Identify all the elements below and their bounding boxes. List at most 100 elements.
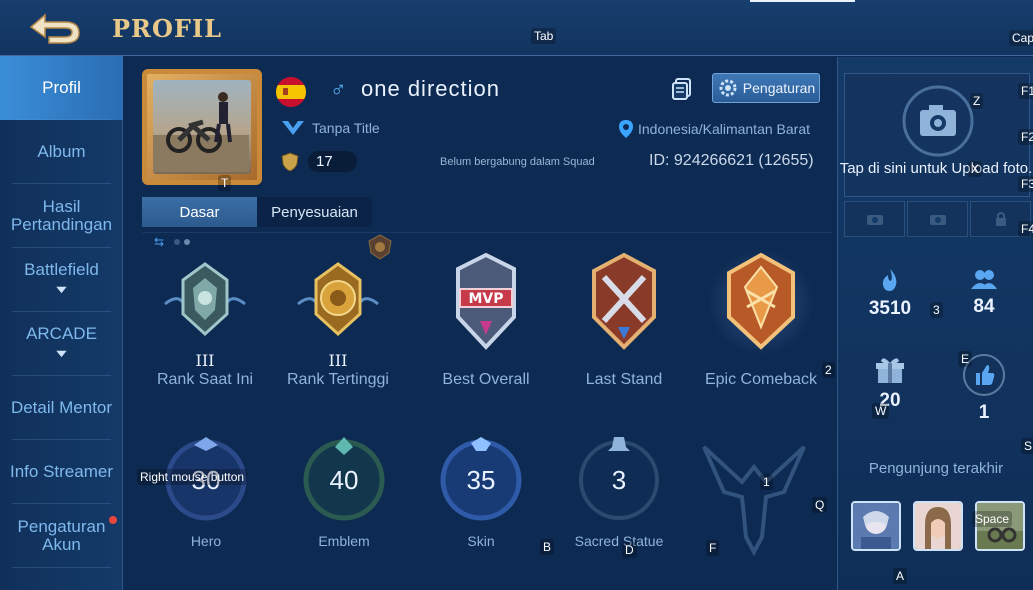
stat-sacred-statue[interactable]: 3 Sacred Statue	[569, 435, 669, 549]
key-hint-2: 2	[822, 362, 835, 378]
sidebar-item-label: Detail Mentor	[10, 398, 113, 417]
key-hint-rmb: Right mouse button	[137, 469, 248, 485]
page-dot-active	[184, 239, 191, 245]
recent-visitors-label: Pengunjung terakhir	[868, 460, 1004, 477]
sidebar-item-profil[interactable]: Profil	[0, 56, 123, 120]
sidebar-item-arcade[interactable]: ARCADE ▼	[0, 312, 123, 376]
page-dot	[174, 239, 181, 245]
sidebar-item-label: Album	[37, 142, 86, 161]
avatar-photo	[153, 80, 251, 174]
stat-hero[interactable]: 30 Hero	[156, 435, 256, 549]
motorbike-photo-icon	[153, 92, 249, 172]
right-panel: Tap di sini untuk Upload foto. 3510 84 2…	[837, 57, 1033, 590]
photo-slot[interactable]	[844, 201, 905, 237]
back-button[interactable]	[20, 8, 90, 48]
avatar[interactable]	[142, 69, 262, 185]
legend-rank-icon	[297, 262, 379, 337]
badge-tier: III	[195, 351, 215, 370]
settings-button[interactable]: Pengaturan	[712, 73, 820, 103]
sidebar-item-album[interactable]: Album	[0, 120, 123, 184]
mvp-badge-icon: MVP	[456, 252, 516, 350]
stat-skin[interactable]: 35 Skin	[431, 435, 531, 549]
stat-gifts[interactable]: 20	[850, 355, 930, 412]
key-hint-f2: F2	[1018, 129, 1033, 145]
player-id: ID: 924266621 (12655)	[649, 152, 814, 169]
back-arrow-icon	[29, 13, 80, 44]
stat-label: Hero	[190, 533, 222, 549]
badge-best-overall[interactable]: MVP Best Overall	[426, 247, 546, 389]
key-hint-tab: Tab	[531, 28, 557, 44]
title-wings-icon	[282, 121, 304, 135]
visitor-avatar[interactable]	[851, 501, 901, 551]
settings-button-label: Pengaturan	[742, 80, 816, 96]
sidebar-item-label: ARCADE	[26, 324, 97, 343]
key-hint-b: B	[540, 539, 555, 555]
stat-label: Emblem	[318, 533, 370, 549]
badge-rank-current[interactable]: III Rank Saat Ini	[145, 247, 265, 389]
tab-dasar[interactable]: Dasar	[142, 197, 257, 227]
popularity-value: 3510	[868, 298, 912, 319]
sidebar-item-label: Info Streamer	[10, 462, 113, 481]
spain-flag-icon	[276, 77, 306, 107]
sidebar-item-pengaturan-akun[interactable]: Pengaturan Akun	[0, 504, 123, 568]
lock-icon	[995, 212, 1006, 226]
player-level: 17	[308, 151, 357, 172]
notification-dot	[109, 516, 117, 524]
shield-level-icon	[281, 151, 299, 172]
phoenix-watermark-icon	[702, 445, 806, 557]
like-button[interactable]: 1	[944, 353, 1024, 424]
key-hint-f4: F4	[1018, 221, 1033, 237]
copy-icon	[672, 78, 691, 100]
stat-popularity[interactable]: 3510	[850, 267, 930, 320]
sidebar-item-label: Pengaturan Akun	[17, 517, 106, 554]
key-hint-d: D	[622, 542, 637, 558]
sidebar-item-label: Battlefield	[24, 260, 99, 279]
level-badge: 17	[280, 151, 357, 172]
tab-penyesuaian[interactable]: Penyesuaian	[257, 197, 372, 227]
key-hint-1: 1	[760, 474, 773, 490]
stat-followers[interactable]: 84	[944, 267, 1024, 318]
upload-photo-area[interactable]	[844, 73, 1030, 197]
photo-slot[interactable]	[907, 201, 968, 237]
player-title[interactable]: Tanpa Title	[280, 119, 380, 137]
stat-value: 35	[466, 464, 496, 495]
key-hint-f3: F3	[1018, 176, 1033, 192]
badge-last-stand[interactable]: Last Stand	[564, 247, 684, 389]
player-location-text: Indonesia/Kalimantan Barat	[638, 121, 810, 137]
visitor-avatar-image	[853, 503, 899, 549]
followers-icon	[971, 270, 997, 289]
key-hint-a: A	[893, 568, 908, 584]
sidebar-item-hasil-pertandingan[interactable]: Hasil Pertandingan	[0, 184, 123, 248]
key-hint-t: T	[218, 175, 232, 191]
page-title: PROFIL	[112, 14, 223, 43]
key-hint-z: Z	[970, 93, 984, 109]
sidebar-item-battlefield[interactable]: Battlefield ▼	[0, 248, 123, 312]
sidebar: Profil Album Hasil Pertandingan Battlefi…	[0, 56, 123, 590]
sidebar-item-label: Profil	[42, 78, 81, 97]
followers-value: 84	[973, 296, 995, 317]
stat-emblem[interactable]: 40 Emblem	[294, 435, 394, 549]
visitor-avatar[interactable]	[913, 501, 963, 551]
badge-tier: III	[328, 351, 348, 370]
badge-label: Rank Tertinggi	[287, 371, 389, 388]
copy-button[interactable]	[670, 77, 694, 101]
male-icon: ♂	[330, 77, 347, 102]
stat-value: 40	[329, 464, 359, 495]
sidebar-item-label: Hasil Pertandingan	[10, 197, 113, 234]
mythic-rank-icon	[164, 262, 246, 337]
divider	[142, 232, 832, 233]
location-pin-icon	[619, 120, 633, 138]
sidebar-item-info-streamer[interactable]: Info Streamer	[0, 440, 123, 504]
gifts-value: 20	[879, 390, 901, 411]
upload-photo-text: Tap di sini untuk Upload foto.	[839, 160, 1033, 177]
badge-rank-highest[interactable]: III Rank Tertinggi	[278, 247, 398, 389]
top-indicator	[750, 0, 855, 2]
stat-value: 3	[611, 464, 627, 495]
chevron-down-icon: ▼	[52, 348, 71, 360]
badge-epic-comeback[interactable]: Epic Comeback	[701, 247, 821, 389]
epic-comeback-badge-icon	[727, 252, 795, 350]
likes-value: 1	[978, 402, 990, 423]
key-hint-s: S	[1021, 438, 1033, 454]
sidebar-item-detail-mentor[interactable]: Detail Mentor	[0, 376, 123, 440]
chevron-down-icon: ▼	[52, 284, 71, 296]
